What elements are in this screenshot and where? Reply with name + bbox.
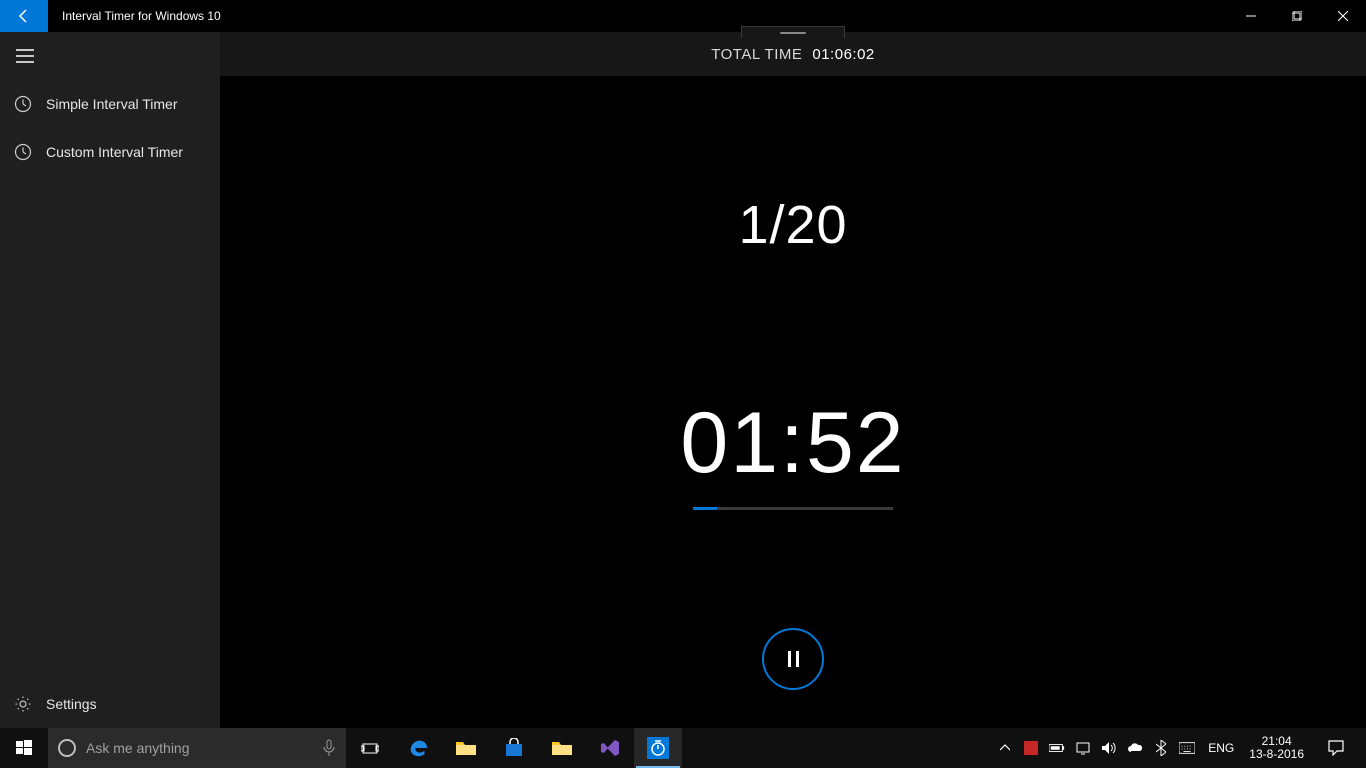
- battery-icon[interactable]: [1049, 740, 1065, 756]
- maximize-button[interactable]: [1274, 0, 1320, 32]
- total-time-value: 01:06:02: [812, 46, 874, 63]
- taskbar-app-file-explorer[interactable]: [442, 728, 490, 768]
- progress-bar: [693, 507, 893, 510]
- search-placeholder: Ask me anything: [86, 740, 312, 756]
- total-time-bar: TOTAL TIME 01:06:02: [220, 32, 1366, 76]
- sidebar-spacer: [0, 176, 220, 680]
- sidebar-item-label: Custom Interval Timer: [46, 144, 183, 160]
- network-icon[interactable]: [1075, 740, 1091, 756]
- notification-icon: [1328, 740, 1344, 756]
- taskbar-app-store[interactable]: [490, 728, 538, 768]
- back-button[interactable]: [0, 0, 48, 32]
- clock-icon: [14, 95, 46, 113]
- total-time-label: TOTAL TIME: [711, 46, 802, 63]
- app-title: Interval Timer for Windows 10: [48, 9, 1228, 23]
- taskbar-app-folder[interactable]: [538, 728, 586, 768]
- windows-icon: [16, 740, 32, 756]
- pause-button[interactable]: [762, 628, 824, 690]
- pause-icon: [788, 651, 799, 667]
- volume-icon[interactable]: [1101, 740, 1117, 756]
- back-arrow-icon: [16, 8, 32, 24]
- close-icon: [1338, 11, 1348, 21]
- language-indicator[interactable]: ENG: [1201, 728, 1241, 768]
- cortana-icon: [58, 739, 76, 757]
- tray-app-icon[interactable]: [1023, 740, 1039, 756]
- main-content: TOTAL TIME 01:06:02 1/20 01:52: [220, 32, 1366, 728]
- sidebar: Simple Interval Timer Custom Interval Ti…: [0, 32, 220, 728]
- clock-icon: [14, 143, 46, 161]
- close-button[interactable]: [1320, 0, 1366, 32]
- taskbar-app-edge[interactable]: [394, 728, 442, 768]
- onedrive-icon[interactable]: [1127, 740, 1143, 756]
- interval-count: 1/20: [738, 194, 847, 256]
- folder-icon: [455, 739, 477, 757]
- sidebar-item-label: Settings: [46, 696, 97, 712]
- tray-overflow-button[interactable]: [993, 728, 1017, 768]
- sidebar-item-label: Simple Interval Timer: [46, 96, 177, 112]
- taskbar-app-visual-studio[interactable]: [586, 728, 634, 768]
- keyboard-icon[interactable]: [1179, 740, 1195, 756]
- folder-icon: [551, 739, 573, 757]
- taskbar: Ask me anything ENG 21:04 13-8-2016: [0, 728, 1366, 768]
- cortana-search[interactable]: Ask me anything: [48, 728, 346, 768]
- progress-fill: [693, 507, 717, 510]
- sidebar-item-custom-timer[interactable]: Custom Interval Timer: [0, 128, 220, 176]
- task-view-icon: [361, 741, 379, 755]
- task-view-button[interactable]: [346, 728, 394, 768]
- titlebar: Interval Timer for Windows 10: [0, 0, 1366, 32]
- start-button[interactable]: [0, 728, 48, 768]
- taskbar-app-interval-timer[interactable]: [634, 728, 682, 768]
- minimize-icon: [1246, 11, 1256, 21]
- current-countdown: 01:52: [680, 394, 905, 493]
- taskbar-spacer: [682, 728, 993, 768]
- edge-icon: [407, 737, 429, 759]
- maximize-icon: [1292, 11, 1302, 21]
- taskbar-clock[interactable]: 21:04 13-8-2016: [1241, 728, 1312, 768]
- sidebar-item-settings[interactable]: Settings: [0, 680, 220, 728]
- minimize-button[interactable]: [1228, 0, 1274, 32]
- language-label: ENG: [1208, 741, 1234, 755]
- clock-date: 13-8-2016: [1249, 748, 1304, 761]
- microphone-icon: [322, 739, 336, 757]
- gear-icon: [14, 695, 46, 713]
- timer-app-icon: [647, 737, 669, 759]
- app-body: Simple Interval Timer Custom Interval Ti…: [0, 32, 1366, 728]
- hamburger-button[interactable]: [0, 32, 220, 80]
- system-tray: [1017, 728, 1201, 768]
- visual-studio-icon: [600, 738, 620, 758]
- drag-handle[interactable]: [741, 26, 845, 38]
- action-center-button[interactable]: [1312, 728, 1360, 768]
- bluetooth-icon[interactable]: [1153, 740, 1169, 756]
- sidebar-item-simple-timer[interactable]: Simple Interval Timer: [0, 80, 220, 128]
- store-icon: [504, 738, 524, 758]
- chevron-up-icon: [1000, 744, 1010, 752]
- show-desktop-button[interactable]: [1360, 728, 1366, 768]
- hamburger-icon: [16, 49, 34, 63]
- grip-icon: [780, 32, 806, 34]
